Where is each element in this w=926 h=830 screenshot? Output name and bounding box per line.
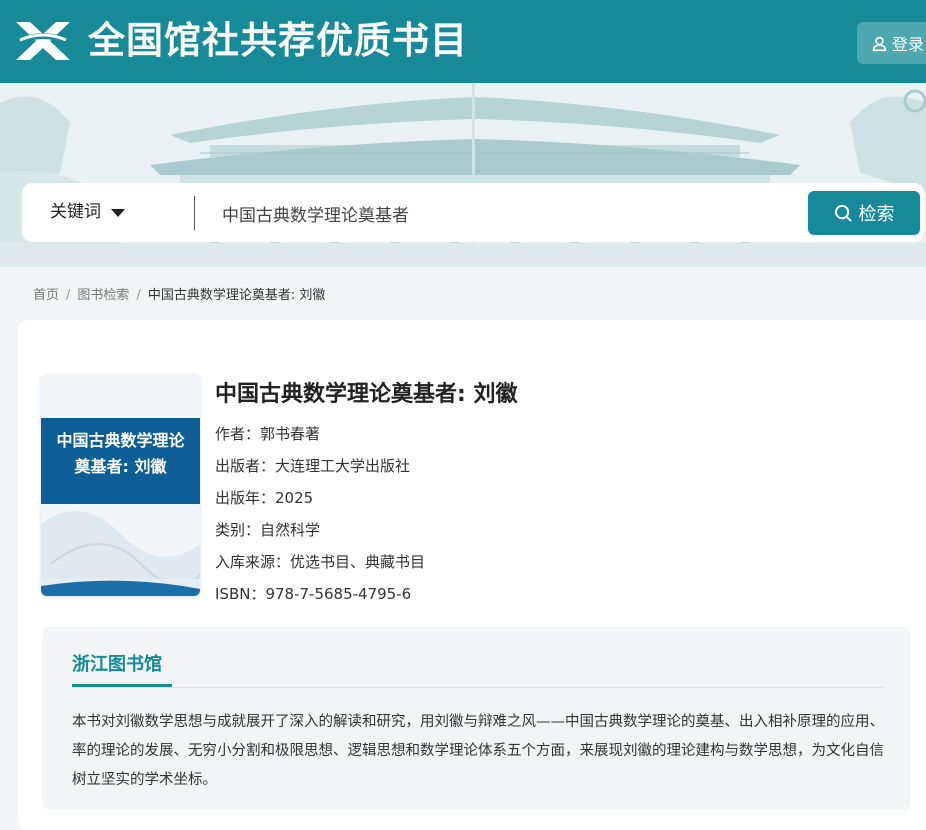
search-input[interactable] (220, 193, 794, 234)
breadcrumb: 首页 / 图书检索 / 中国古典数学理论奠基者: 刘徽 (33, 284, 325, 303)
login-button[interactable]: 登录 (857, 22, 926, 64)
cover-title-line2: 奠基者: 刘徽 (74, 457, 167, 476)
breadcrumb-separator: / (66, 288, 71, 303)
cover-title-line1: 中国古典数学理论 (56, 431, 185, 450)
breadcrumb-current: 中国古典数学理论奠基者: 刘徽 (147, 288, 326, 303)
breadcrumb-book-search[interactable]: 图书检索 (77, 288, 129, 303)
user-icon (872, 36, 887, 51)
login-label: 登录 (892, 35, 925, 54)
cover-title: 中国古典数学理论 奠基者: 刘徽 (41, 418, 200, 504)
breadcrumb-separator: / (136, 288, 141, 303)
tab-divider (72, 687, 884, 688)
breadcrumb-home[interactable]: 首页 (33, 288, 59, 303)
book-author: 作者：郭书春著 (215, 425, 321, 443)
search-button-label: 检索 (858, 204, 895, 225)
book-description: 本书对刘徽数学思想与成就展开了深入的解读和研究，用刘徽与辩难之风——中国古典数学… (72, 714, 884, 788)
book-source: 入库来源：优选书目、典藏书目 (215, 553, 426, 571)
search-bar: 关键词 检索 (22, 183, 924, 242)
site-title: 全国馆社共荐优质书目 (88, 19, 468, 62)
book-cover[interactable]: 中国古典数学理论 奠基者: 刘徽 (41, 374, 200, 596)
book-category: 类别：自然科学 (215, 521, 321, 539)
book-publisher: 出版者：大连理工大学出版社 (215, 457, 411, 475)
tab-zhejiang-library[interactable]: 浙江图书馆 (72, 650, 162, 676)
search-divider (194, 196, 195, 230)
book-title: 中国古典数学理论奠基者: 刘徽 (215, 382, 518, 407)
search-icon (834, 204, 852, 222)
search-button[interactable]: 检索 (808, 191, 920, 235)
search-field-dropdown[interactable]: 关键词 (50, 183, 125, 242)
ribbon-logo-icon (16, 22, 70, 60)
top-header: 全国馆社共荐优质书目 登录 (0, 0, 926, 83)
caret-down-icon (111, 208, 125, 217)
book-isbn: ISBN：978-7-5685-4795-6 (215, 585, 412, 603)
book-year: 出版年：2025 (215, 489, 314, 507)
search-field-label: 关键词 (50, 202, 101, 222)
